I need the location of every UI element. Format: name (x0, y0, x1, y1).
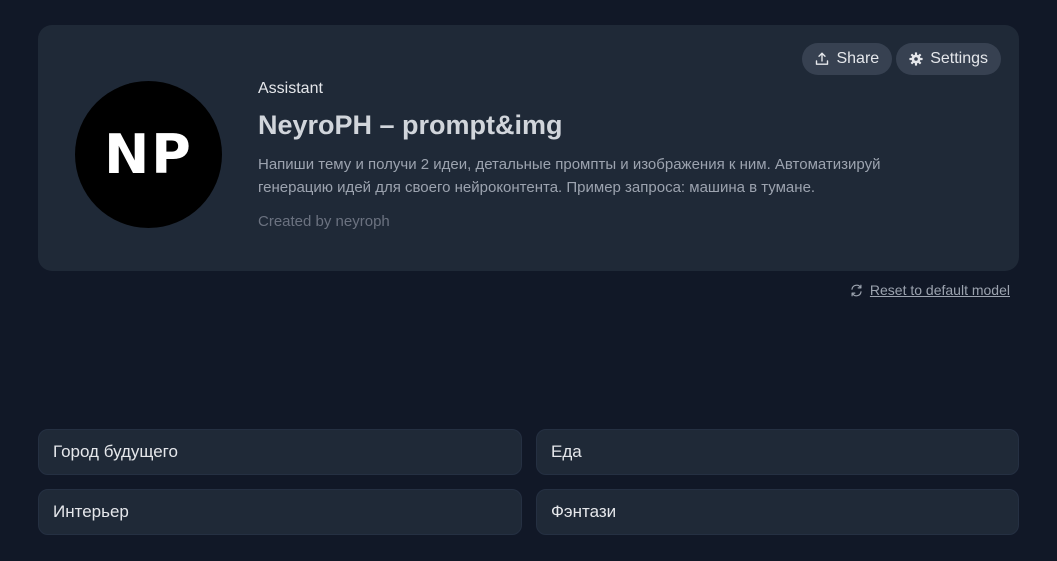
assistant-title: NeyroPH – prompt&img (258, 110, 563, 140)
reset-to-default-model-link[interactable]: Reset to default model (870, 282, 1010, 298)
suggestion-label: Интерьер (53, 502, 129, 521)
share-label: Share (836, 50, 880, 67)
share-icon (816, 52, 829, 65)
suggestion-label: Еда (551, 442, 582, 461)
assistant-description: Напиши тему и получи 2 идеи, детальные п… (258, 156, 881, 196)
assistant-kind-label: Assistant (258, 80, 323, 97)
assistant-card: NP Assistant NeyroPH – prompt&img Напиши… (38, 25, 1019, 271)
suggestion-label: Город будущего (53, 442, 178, 461)
gear-icon (909, 52, 923, 66)
creator-label: Created by neyroph (258, 213, 390, 230)
settings-button[interactable]: Settings (896, 43, 1001, 75)
avatar: NP (75, 81, 222, 228)
share-button[interactable]: Share (802, 43, 893, 75)
suggestion-button[interactable]: Город будущего (38, 429, 522, 475)
reset-model: Reset to default model (850, 282, 1010, 298)
refresh-icon (851, 284, 862, 296)
avatar-initials: NP (104, 123, 193, 186)
suggestion-button[interactable]: Еда (536, 429, 1019, 475)
suggestion-label: Фэнтази (551, 502, 617, 521)
settings-label: Settings (930, 50, 988, 67)
suggestion-button[interactable]: Интерьер (38, 489, 522, 535)
suggestion-button[interactable]: Фэнтази (536, 489, 1019, 535)
header-actions: Share Settings (802, 43, 1001, 75)
